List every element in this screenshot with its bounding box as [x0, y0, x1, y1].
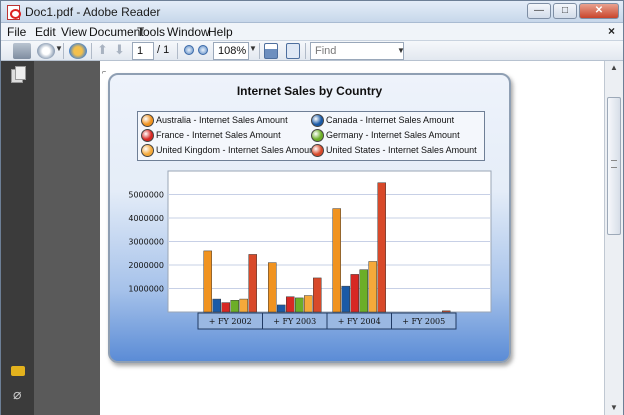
page-total: / 1: [157, 44, 170, 56]
navigation-panel: ⌀: [1, 61, 34, 415]
toolbar-separator: [91, 43, 92, 59]
scroll-up-icon[interactable]: ▲: [605, 61, 623, 75]
page-number-input[interactable]: 1: [132, 42, 154, 60]
x-category-label: + FY 2004: [338, 317, 381, 326]
bar: [377, 182, 386, 313]
scroll-thumb[interactable]: [607, 97, 621, 235]
zoom-dropdown-icon[interactable]: ▼: [249, 44, 257, 53]
bar: [286, 296, 295, 313]
bar: [359, 269, 368, 313]
toolbar-separator: [63, 43, 64, 59]
window-controls: — □ ✕: [527, 3, 619, 19]
y-tick-label: 4000000: [128, 214, 164, 223]
email-dropdown-icon[interactable]: ▼: [55, 44, 63, 53]
menu-view[interactable]: View: [61, 25, 87, 39]
y-tick-label: 2000000: [128, 261, 164, 270]
previous-page-icon[interactable]: ⬆: [97, 42, 108, 58]
bar-chart: 1000000 2000000 3000000 4000000 5000000 + FY …: [128, 170, 492, 330]
bar: [239, 298, 248, 313]
y-tick-label: 1000000: [128, 285, 164, 294]
find-dropdown-icon[interactable]: ▼: [397, 46, 405, 55]
toolbar-separator: [305, 43, 306, 59]
bar: [313, 277, 322, 313]
zoom-in-icon[interactable]: [198, 45, 208, 55]
bar: [221, 302, 230, 313]
bar: [212, 298, 221, 313]
close-document-icon[interactable]: ×: [608, 24, 615, 38]
bar: [248, 254, 257, 313]
toolbar: ▼ ⬆ ⬇ 1 / 1 108% ▼ Find ▼: [1, 41, 623, 61]
scroll-grip-icon: [611, 160, 617, 168]
x-category-label: + FY 2005: [402, 317, 445, 326]
pdf-document-icon: [7, 5, 21, 20]
menu-bar: File Edit View Document Tools Window Hel…: [1, 23, 623, 41]
toolbar-separator: [259, 43, 260, 59]
menu-window[interactable]: Window: [167, 25, 210, 39]
print-icon[interactable]: [13, 43, 31, 59]
menu-document[interactable]: Document: [89, 25, 144, 39]
bar: [295, 297, 304, 313]
bar: [350, 274, 359, 313]
fit-width-icon[interactable]: [286, 43, 300, 59]
chart-panel: Internet Sales by Country Australia - In…: [108, 73, 511, 363]
bar: [341, 285, 350, 313]
pages-icon[interactable]: [11, 66, 26, 83]
bar: [203, 250, 212, 313]
zoom-level-input[interactable]: 108%: [213, 42, 249, 60]
bar: [442, 310, 451, 313]
x-category-label: + FY 2003: [273, 317, 316, 326]
vertical-scrollbar[interactable]: ▲ ▼: [604, 61, 623, 415]
y-tick-label: 5000000: [128, 191, 164, 200]
y-tick-label: 3000000: [128, 238, 164, 247]
next-page-icon[interactable]: ⬇: [114, 42, 125, 58]
x-category-label: + FY 2002: [209, 317, 252, 326]
title-bar: Doc1.pdf - Adobe Reader — □ ✕: [1, 1, 623, 23]
menu-tools[interactable]: Tools: [137, 25, 165, 39]
bar: [230, 300, 239, 313]
zoom-out-icon[interactable]: [184, 45, 194, 55]
minimize-button[interactable]: —: [527, 3, 551, 19]
fit-page-icon[interactable]: [264, 43, 278, 59]
bar: [368, 261, 377, 313]
bar: [332, 208, 341, 313]
menu-edit[interactable]: Edit: [35, 25, 56, 39]
toolbar-separator: [177, 43, 178, 59]
adobe-reader-window: Doc1.pdf - Adobe Reader — □ ✕ File Edit …: [0, 0, 624, 415]
maximize-button[interactable]: □: [553, 3, 577, 19]
email-icon[interactable]: [37, 43, 55, 59]
menu-file[interactable]: File: [7, 25, 26, 39]
find-input[interactable]: Find: [310, 42, 404, 60]
menu-help[interactable]: Help: [208, 25, 233, 39]
bar: [304, 295, 313, 313]
text-cursor-icon: ⌐: [102, 69, 107, 76]
bar: [268, 262, 277, 313]
window-title: Doc1.pdf - Adobe Reader: [25, 5, 161, 19]
collaborate-icon[interactable]: [69, 43, 87, 59]
scroll-down-icon[interactable]: ▼: [605, 401, 623, 415]
comments-icon[interactable]: [11, 366, 25, 376]
attachments-icon[interactable]: ⌀: [13, 386, 21, 403]
bar: [277, 304, 286, 313]
close-button[interactable]: ✕: [579, 3, 619, 19]
